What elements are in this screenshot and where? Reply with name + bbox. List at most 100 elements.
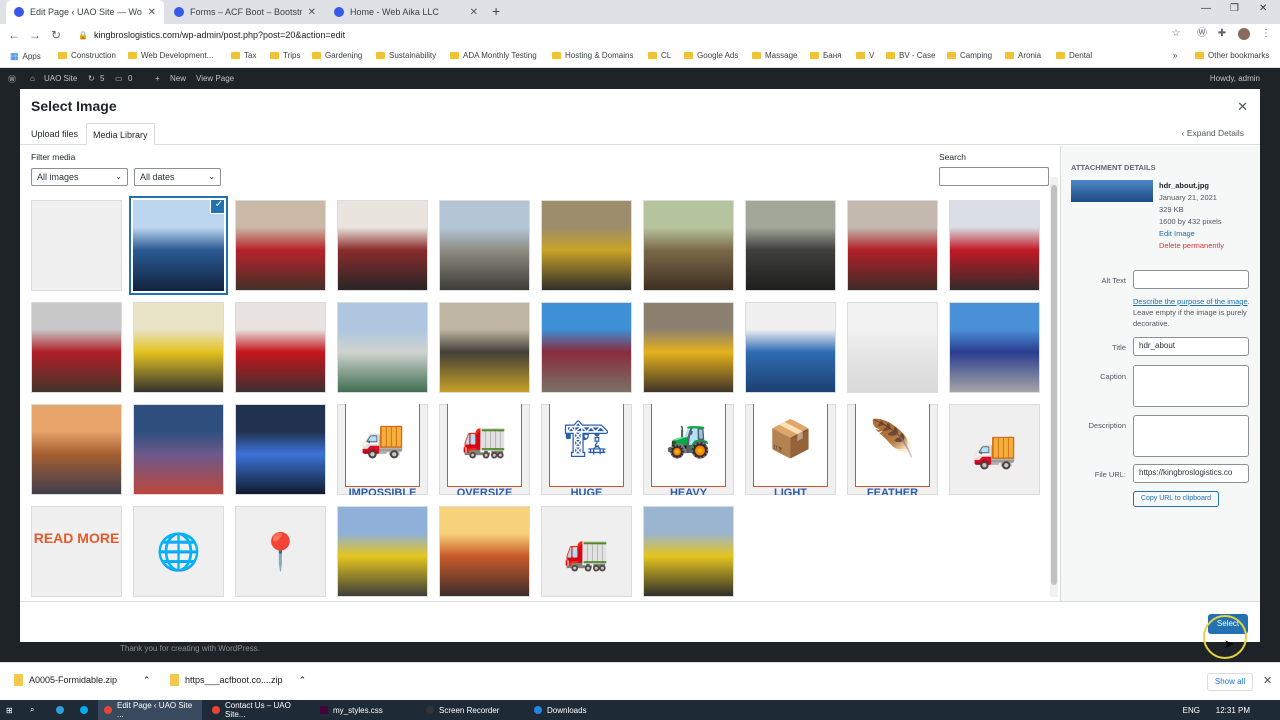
close-tab-icon[interactable]: ✕ [470, 7, 478, 18]
windows-start-icon[interactable]: ⊞ [0, 700, 19, 720]
attachment-thumbnail-1[interactable]: ✓ [133, 200, 224, 291]
filter-type-select[interactable]: All images ⌄ [31, 168, 128, 186]
bookmark-folder[interactable]: CL [648, 51, 671, 60]
download-item[interactable]: A0005-Formidable.zip ⌃ [14, 674, 151, 686]
tab-upload-files[interactable]: Upload files [25, 123, 84, 145]
attachment-thumbnail-7[interactable] [745, 200, 836, 291]
attachment-thumbnail-21[interactable] [133, 404, 224, 495]
edit-image-link[interactable]: Edit Image [1159, 229, 1195, 238]
bookmark-folder[interactable]: Sustainability [376, 51, 436, 60]
url-input[interactable]: 🔒 kingbroslogistics.com/wp-admin/post.ph… [78, 27, 1168, 43]
attachment-thumbnail-29[interactable]: 🚚 [949, 404, 1040, 495]
bookmark-folder[interactable]: Camping [947, 51, 992, 60]
show-all-downloads-button[interactable]: Show all [1207, 673, 1253, 691]
scrollbar-thumb[interactable] [1051, 185, 1057, 585]
browser-tab-forms[interactable]: Forms – ACF Boot – Bootstrap M ✕ [166, 0, 324, 24]
attachment-thumbnail-0[interactable] [31, 200, 122, 291]
attachment-thumbnail-17[interactable] [745, 302, 836, 393]
bookmark-folder[interactable]: Hosting & Domains [552, 51, 633, 60]
attachment-thumbnail-36[interactable] [643, 506, 734, 597]
star-icon[interactable]: ☆ [1170, 28, 1182, 40]
attachment-thumbnail-22[interactable] [235, 404, 326, 495]
attachment-thumbnail-3[interactable] [337, 200, 428, 291]
attachment-thumbnail-10[interactable] [31, 302, 122, 393]
attachment-thumbnail-19[interactable] [949, 302, 1040, 393]
menu-icon[interactable]: ⋮ [1260, 28, 1272, 40]
bookmark-folder[interactable]: Баня [810, 51, 841, 60]
attachment-thumbnail-5[interactable] [541, 200, 632, 291]
expand-details-link[interactable]: ‹ Expand Details [1182, 128, 1244, 138]
new-tab-icon[interactable]: + [492, 3, 500, 19]
taskbar-app-chrome-contact[interactable]: Contact Us – UAO Site... [206, 700, 310, 720]
taskbar-app-downloads[interactable]: Downloads [528, 700, 618, 720]
title-field[interactable]: hdr_about [1133, 337, 1249, 356]
other-bookmarks[interactable]: Other bookmarks [1195, 51, 1269, 60]
attachment-thumbnail-27[interactable]: 📦 LIGHT [745, 404, 836, 495]
bookmark-folder[interactable]: Google Ads [684, 51, 738, 60]
scrollbar[interactable] [1050, 177, 1058, 597]
profile-avatar[interactable] [1238, 28, 1250, 40]
tab-media-library[interactable]: Media Library [86, 123, 155, 145]
attachment-thumbnail-12[interactable] [235, 302, 326, 393]
attachment-thumbnail-4[interactable] [439, 200, 530, 291]
bookmark-folder[interactable]: ADA Monthly Testing [450, 51, 537, 60]
bookmark-folder[interactable]: Aronia [1005, 51, 1041, 60]
search-input[interactable] [939, 167, 1049, 186]
wordpress-logo-icon[interactable]: Ⓦ [8, 74, 16, 85]
describe-purpose-link[interactable]: Describe the purpose of the image [1133, 297, 1248, 306]
attachment-thumbnail-34[interactable] [439, 506, 530, 597]
telegram-icon[interactable] [50, 700, 70, 720]
back-icon[interactable]: ← [3, 28, 25, 42]
alt-text-field[interactable] [1133, 270, 1249, 289]
taskbar-app-dreamweaver[interactable]: my_styles.css [314, 700, 414, 720]
admin-howdy[interactable]: Howdy, admin [1210, 74, 1260, 83]
attachment-thumbnail-16[interactable] [643, 302, 734, 393]
updates-count[interactable]: 5 [100, 74, 104, 83]
attachment-thumbnail-28[interactable]: 🪶 FEATHER [847, 404, 938, 495]
attachment-thumbnail-18[interactable] [847, 302, 938, 393]
close-window-icon[interactable]: ✕ [1259, 3, 1267, 14]
attachment-thumbnail-30[interactable]: READ MORE [31, 506, 122, 597]
admin-new-link[interactable]: New [170, 74, 186, 83]
file-url-field[interactable]: https://kingbroslogistics.co [1133, 464, 1249, 483]
minimize-icon[interactable]: — [1201, 3, 1211, 14]
attachment-thumbnail-8[interactable] [847, 200, 938, 291]
skype-icon[interactable] [74, 700, 94, 720]
bookmark-folder[interactable]: Tax [231, 51, 256, 60]
wordpress-extension-icon[interactable]: Ⓦ [1196, 28, 1208, 40]
browser-tab-edit-page[interactable]: Edit Page ‹ UAO Site — WordPre ✕ [6, 0, 164, 24]
attachment-thumbnail-24[interactable]: 🚛 OVERSIZE [439, 404, 530, 495]
bookmark-folder[interactable]: Dental [1056, 51, 1092, 60]
browser-tab-home[interactable]: Home - Web Aika LLC ✕ [326, 0, 486, 24]
attachment-thumbnail-32[interactable]: 📍 [235, 506, 326, 597]
copy-url-button[interactable]: Copy URL to clipboard [1133, 491, 1219, 507]
attachment-thumbnail-13[interactable] [337, 302, 428, 393]
bookmark-apps[interactable]: ▦ Apps [10, 51, 41, 62]
attachment-thumbnail-6[interactable] [643, 200, 734, 291]
chevron-up-icon[interactable]: ⌃ [143, 675, 151, 686]
delete-permanently-link[interactable]: Delete permanently [1159, 241, 1224, 250]
comments-count[interactable]: 0 [128, 74, 132, 83]
close-tab-icon[interactable]: ✕ [308, 7, 316, 18]
attachment-thumbnail-31[interactable]: 🌐 [133, 506, 224, 597]
caption-field[interactable] [1133, 365, 1249, 407]
language-indicator[interactable]: ENG [1183, 706, 1200, 715]
bookmark-folder[interactable]: Construction [58, 51, 116, 60]
description-field[interactable] [1133, 415, 1249, 457]
admin-view-page-link[interactable]: View Page [196, 74, 234, 83]
close-tab-icon[interactable]: ✕ [148, 7, 156, 18]
filter-date-select[interactable]: All dates ⌄ [134, 168, 221, 186]
attachment-thumbnail-15[interactable] [541, 302, 632, 393]
chevron-up-icon[interactable]: ⌃ [299, 675, 307, 686]
bookmark-folder[interactable]: V [856, 51, 874, 60]
download-item[interactable]: https___acfboot.co....zip ⌃ [170, 674, 306, 686]
attachment-thumbnail-20[interactable] [31, 404, 122, 495]
bookmark-folder[interactable]: Web Development... [128, 51, 213, 60]
maximize-icon[interactable]: ❐ [1230, 3, 1239, 14]
attachment-thumbnail-26[interactable]: 🚜 HEAVY [643, 404, 734, 495]
taskbar-app-chrome-edit[interactable]: Edit Page ‹ UAO Site ... [98, 700, 202, 720]
taskbar-clock[interactable]: 12:31 PM [1216, 706, 1250, 715]
attachment-thumbnail-11[interactable] [133, 302, 224, 393]
attachment-thumbnail-23[interactable]: 🚚 IMPOSSIBLE [337, 404, 428, 495]
bookmark-folder[interactable]: Trips [270, 51, 300, 60]
